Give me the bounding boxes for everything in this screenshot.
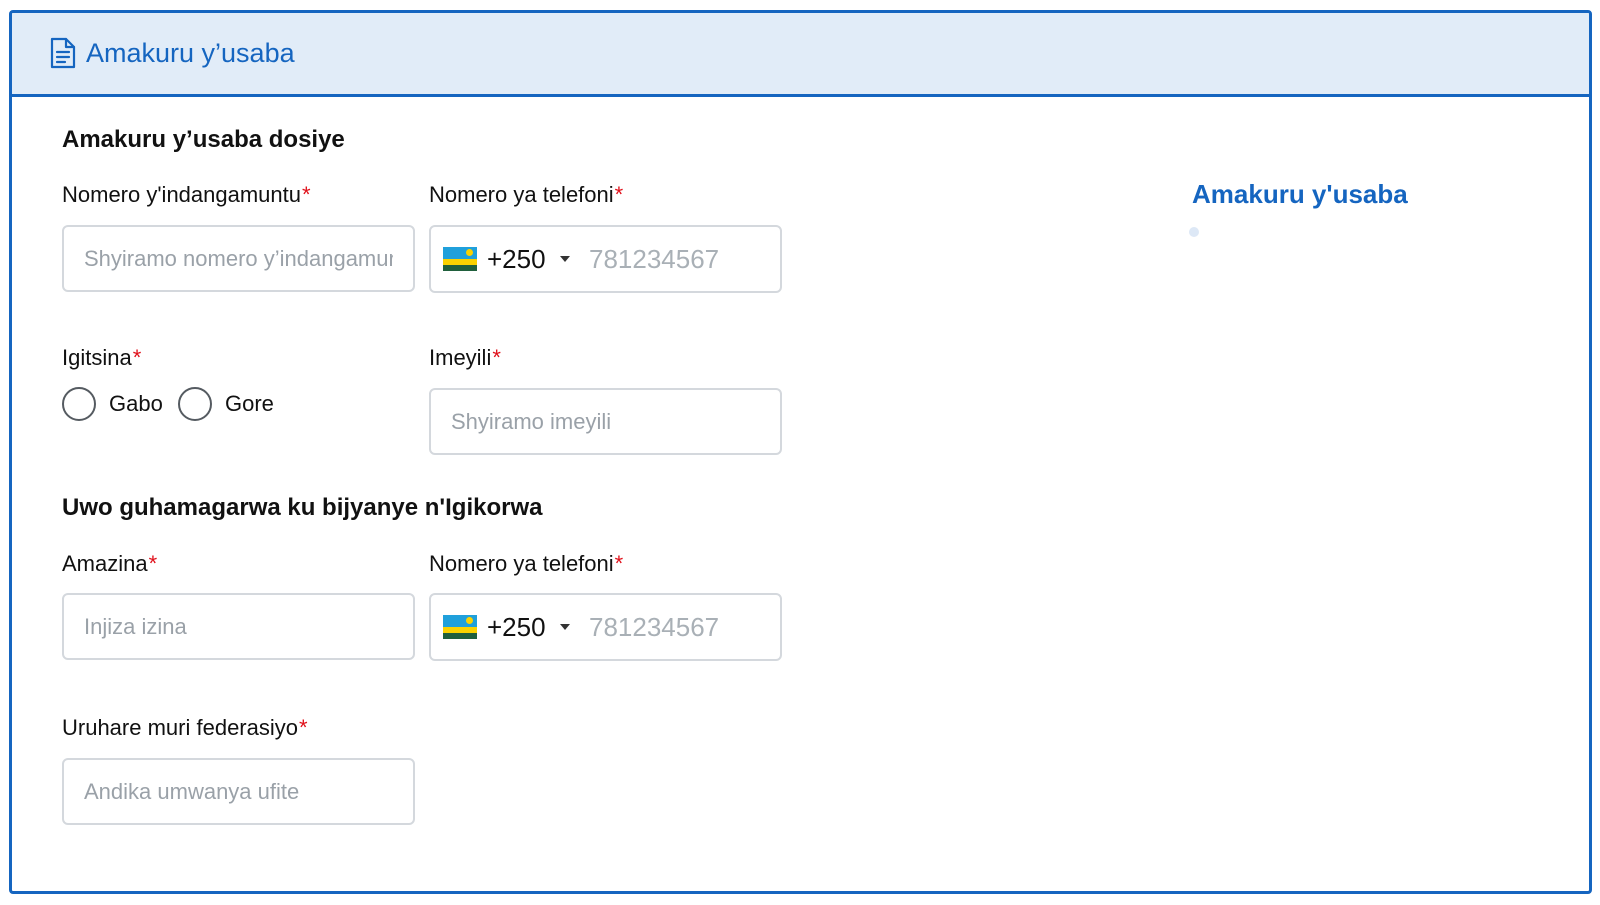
document-icon	[50, 37, 76, 69]
radio-label: Gabo	[109, 391, 163, 416]
name-input[interactable]	[62, 593, 415, 660]
dial-code: +250	[487, 243, 546, 274]
card-header-title: Amakuru y’usaba	[86, 38, 295, 68]
email-input[interactable]	[429, 388, 782, 455]
phone-number-input[interactable]	[589, 227, 774, 291]
required-mark: *	[298, 715, 308, 740]
side-panel-title[interactable]: Amakuru y'usaba	[1192, 179, 1408, 210]
rwanda-flag-icon	[443, 615, 477, 639]
id-number-label-text: Nomero y'indangamuntu	[62, 182, 302, 207]
email-label-text: Imeyili	[429, 345, 492, 370]
country-code-select[interactable]: +250	[443, 595, 583, 659]
radio-button[interactable]	[62, 387, 96, 421]
name-label-text: Amazina	[62, 551, 148, 576]
email-label: Imeyili*	[429, 344, 501, 372]
gender-option-gabo[interactable]: Gabo	[62, 387, 163, 421]
gender-label: Igitsina*	[62, 344, 141, 372]
required-mark: *	[148, 551, 158, 576]
caret-down-icon	[559, 624, 570, 630]
applicant-section-title: Amakuru y’usaba dosiye	[62, 126, 345, 153]
contact-phone-label-text: Nomero ya telefoni	[429, 551, 614, 576]
role-label: Uruhare muri federasiyo*	[62, 714, 308, 742]
radio-button[interactable]	[178, 387, 212, 421]
country-code-select[interactable]: +250	[443, 227, 583, 291]
role-input[interactable]	[62, 758, 415, 825]
contact-phone-label: Nomero ya telefoni*	[429, 550, 623, 578]
phone-field: +250	[429, 225, 782, 293]
name-label: Amazina*	[62, 550, 157, 578]
id-number-input[interactable]	[62, 225, 415, 292]
required-mark: *	[132, 345, 142, 370]
contact-section-title: Uwo guhamagarwa ku bijyanye n'Igikorwa	[62, 494, 543, 521]
card-header: Amakuru y’usaba	[12, 13, 1589, 97]
caret-down-icon	[559, 256, 570, 262]
required-mark: *	[492, 345, 501, 370]
role-label-text: Uruhare muri federasiyo	[62, 715, 298, 740]
applicant-info-card: Amakuru y’usaba Amakuru y’usaba dosiye N…	[9, 10, 1592, 894]
radio-label: Gore	[225, 391, 274, 416]
contact-phone-number-input[interactable]	[589, 595, 774, 659]
rwanda-flag-icon	[443, 247, 477, 271]
contact-phone-field: +250	[429, 593, 782, 661]
gender-label-text: Igitsina	[62, 345, 132, 370]
required-mark: *	[614, 182, 624, 207]
required-mark: *	[302, 182, 311, 207]
phone-label-text: Nomero ya telefoni	[429, 182, 614, 207]
dial-code: +250	[487, 611, 546, 642]
progress-dot	[1189, 227, 1199, 237]
phone-label: Nomero ya telefoni*	[429, 181, 623, 209]
required-mark: *	[614, 551, 624, 576]
gender-option-gore[interactable]: Gore	[178, 387, 274, 421]
id-number-label: Nomero y'indangamuntu*	[62, 181, 311, 209]
